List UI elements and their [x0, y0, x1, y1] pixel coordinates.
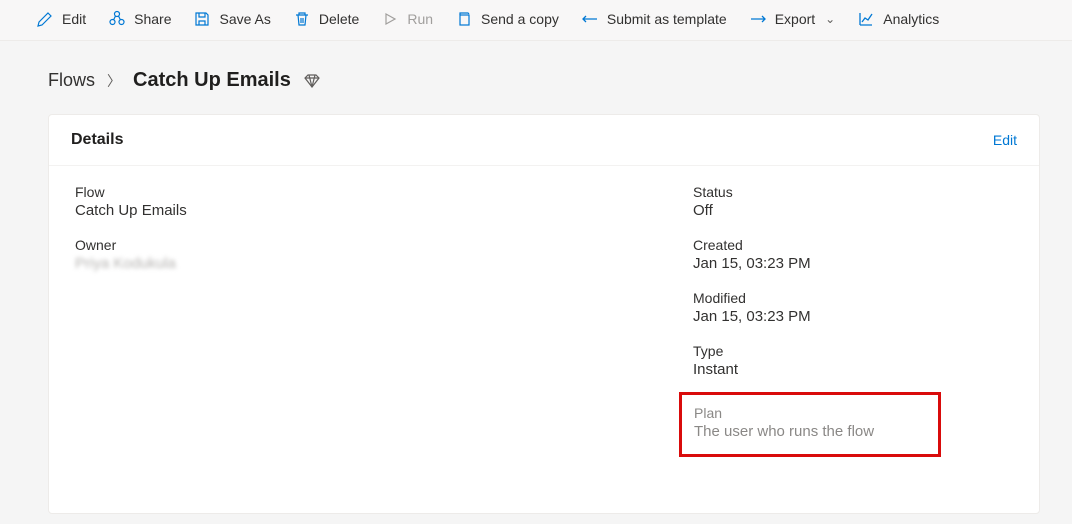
edit-label: Edit	[62, 11, 86, 27]
owner-label: Owner	[75, 237, 693, 253]
command-bar: Edit Share Save As Delete Run Send a cop…	[0, 0, 1072, 41]
panel-body: Flow Catch Up Emails Owner Priya Kodukul…	[49, 166, 1039, 477]
status-label: Status	[693, 184, 1013, 200]
play-icon	[381, 10, 399, 28]
panel-header: Details Edit	[49, 115, 1039, 166]
delete-button[interactable]: Delete	[293, 10, 359, 28]
analytics-icon	[857, 10, 875, 28]
run-button[interactable]: Run	[381, 10, 433, 28]
flow-value: Catch Up Emails	[75, 202, 693, 219]
created-label: Created	[693, 237, 1013, 253]
edit-details-link[interactable]: Edit	[993, 132, 1017, 148]
plan-value: The user who runs the flow	[694, 423, 926, 440]
pencil-icon	[36, 10, 54, 28]
saveas-label: Save As	[219, 11, 270, 27]
plan-label: Plan	[694, 405, 926, 421]
save-icon	[193, 10, 211, 28]
saveas-button[interactable]: Save As	[193, 10, 270, 28]
export-label: Export	[775, 11, 815, 27]
created-field: Created Jan 15, 03:23 PM	[693, 237, 1013, 272]
import-icon	[581, 10, 599, 28]
type-field: Type Instant	[693, 343, 1013, 378]
owner-value: Priya Kodukula	[75, 255, 693, 272]
sendcopy-button[interactable]: Send a copy	[455, 10, 559, 28]
status-value: Off	[693, 202, 1013, 219]
export-button[interactable]: Export ⌄	[749, 10, 836, 28]
chevron-down-icon: ⌄	[825, 12, 835, 26]
modified-field: Modified Jan 15, 03:23 PM	[693, 290, 1013, 325]
panel-title: Details	[71, 131, 123, 149]
plan-field: Plan The user who runs the flow	[694, 405, 926, 440]
submit-template-label: Submit as template	[607, 11, 727, 27]
status-field: Status Off	[693, 184, 1013, 219]
created-value: Jan 15, 03:23 PM	[693, 255, 1013, 272]
share-label: Share	[134, 11, 171, 27]
premium-icon	[303, 72, 321, 90]
analytics-label: Analytics	[883, 11, 939, 27]
flow-label: Flow	[75, 184, 693, 200]
details-right-column: Status Off Created Jan 15, 03:23 PM Modi…	[693, 184, 1013, 457]
delete-label: Delete	[319, 11, 359, 27]
breadcrumb-parent[interactable]: Flows	[48, 70, 95, 91]
flow-field: Flow Catch Up Emails	[75, 184, 693, 219]
content-area: Flows 〉 Catch Up Emails Details Edit Flo…	[0, 41, 1072, 514]
export-icon	[749, 10, 767, 28]
chevron-right-icon: 〉	[107, 71, 121, 91]
share-button[interactable]: Share	[108, 10, 171, 28]
share-icon	[108, 10, 126, 28]
trash-icon	[293, 10, 311, 28]
plan-highlight: Plan The user who runs the flow	[679, 392, 941, 457]
details-panel: Details Edit Flow Catch Up Emails Owner …	[48, 114, 1040, 514]
breadcrumb: Flows 〉 Catch Up Emails	[48, 69, 1040, 92]
modified-value: Jan 15, 03:23 PM	[693, 308, 1013, 325]
submit-template-button[interactable]: Submit as template	[581, 10, 727, 28]
modified-label: Modified	[693, 290, 1013, 306]
type-value: Instant	[693, 361, 1013, 378]
details-left-column: Flow Catch Up Emails Owner Priya Kodukul…	[75, 184, 693, 457]
type-label: Type	[693, 343, 1013, 359]
analytics-button[interactable]: Analytics	[857, 10, 939, 28]
edit-button[interactable]: Edit	[36, 10, 86, 28]
breadcrumb-current: Catch Up Emails	[133, 69, 291, 92]
copy-icon	[455, 10, 473, 28]
owner-field: Owner Priya Kodukula	[75, 237, 693, 272]
run-label: Run	[407, 11, 433, 27]
sendcopy-label: Send a copy	[481, 11, 559, 27]
